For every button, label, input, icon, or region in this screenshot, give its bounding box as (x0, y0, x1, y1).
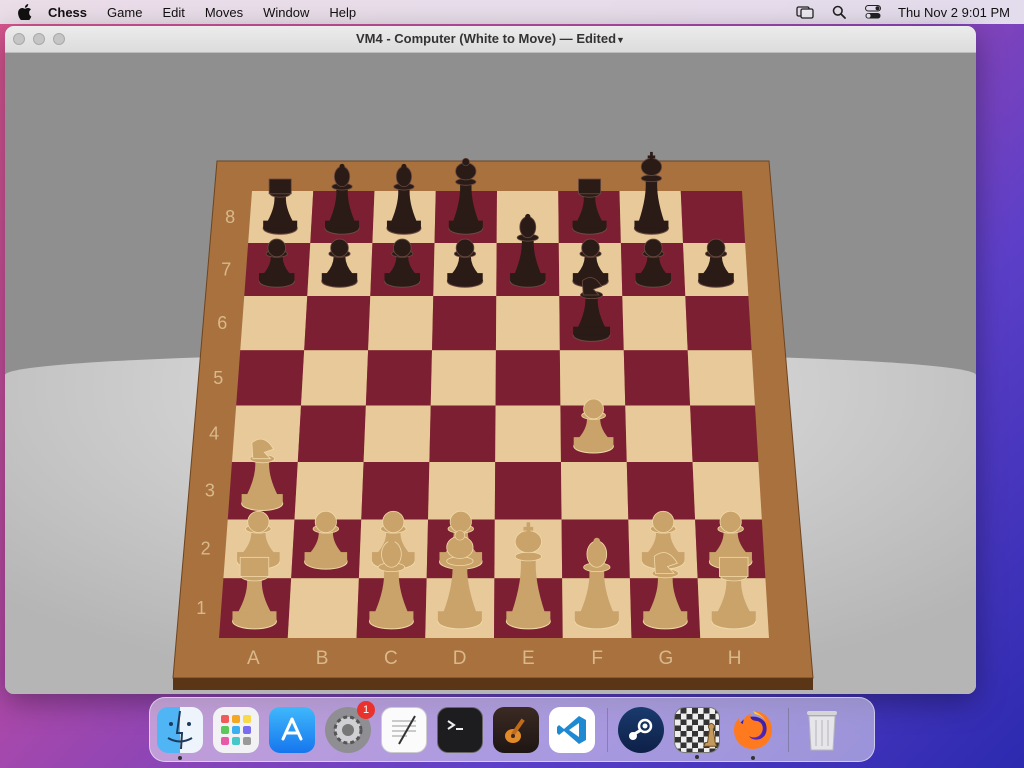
rank-label: 7 (221, 259, 231, 279)
window-title: VM4 - Computer (White to Move) — Edited▼ (5, 31, 976, 46)
square-g6[interactable] (622, 296, 688, 351)
board-squares (219, 191, 769, 638)
menu-moves[interactable]: Moves (205, 5, 243, 20)
window-titlebar[interactable]: VM4 - Computer (White to Move) — Edited▼ (5, 26, 976, 53)
rank-label: 8 (225, 207, 235, 227)
square-g5[interactable] (623, 350, 691, 406)
square-c5[interactable] (365, 350, 433, 406)
square-h4[interactable] (690, 405, 759, 462)
square-h8[interactable] (680, 191, 746, 243)
square-h5[interactable] (687, 350, 755, 406)
square-f5[interactable] (559, 350, 626, 406)
vscode-icon[interactable] (549, 706, 595, 753)
square-h3[interactable] (692, 461, 762, 520)
apple-menu-icon[interactable] (18, 4, 32, 20)
control-center-icon[interactable] (864, 4, 882, 20)
running-indicator (178, 755, 182, 760)
file-label: B (316, 648, 329, 669)
running-indicator (695, 754, 699, 759)
edited-status[interactable]: Edited (576, 31, 616, 46)
square-d6[interactable] (432, 296, 497, 351)
square-b4[interactable] (297, 405, 366, 462)
steam-icon[interactable] (618, 706, 664, 753)
terminal-icon[interactable] (437, 706, 483, 753)
square-c4[interactable] (363, 405, 431, 462)
window-title-text: VM4 - Computer (White to Move) — (356, 31, 573, 46)
chess-board[interactable]: A B C D E F G H 8 7 6 5 4 3 2 1 (5, 53, 976, 694)
rank-label: 5 (213, 368, 223, 388)
square-e4[interactable] (495, 405, 561, 462)
square-b6[interactable] (304, 296, 371, 351)
chevron-down-icon[interactable]: ▼ (616, 35, 625, 45)
file-label: A (247, 648, 260, 669)
square-e5[interactable] (495, 350, 561, 406)
spotlight-search-icon[interactable] (830, 4, 848, 20)
notification-badge: 1 (357, 700, 375, 719)
square-b3[interactable] (294, 461, 364, 520)
menu-game[interactable]: Game (107, 5, 142, 20)
menubar-clock[interactable]: Thu Nov 2 9:01 PM (898, 5, 1010, 20)
square-e3[interactable] (494, 461, 562, 520)
trash-icon[interactable] (799, 707, 845, 753)
file-label: C (384, 648, 398, 669)
square-c6[interactable] (368, 296, 434, 351)
square-g3[interactable] (626, 461, 696, 520)
square-a6[interactable] (240, 296, 308, 351)
chess-app-icon[interactable] (674, 706, 720, 759)
menu-bar: Chess Game Edit Moves Window Help Thu No… (0, 0, 1024, 24)
square-b1[interactable] (287, 578, 359, 638)
square-a5[interactable] (236, 350, 305, 406)
square-b5[interactable] (301, 350, 369, 406)
menu-edit[interactable]: Edit (162, 5, 184, 20)
chess-window: VM4 - Computer (White to Move) — Edited▼… (5, 26, 976, 694)
rank-label: 1 (196, 598, 206, 618)
system-preferences-icon[interactable]: 1 (325, 700, 375, 753)
dock-separator (607, 707, 608, 752)
finder-icon[interactable] (157, 706, 203, 760)
rank-label: 6 (217, 313, 227, 333)
menu-help[interactable]: Help (329, 5, 356, 20)
menu-window[interactable]: Window (263, 5, 309, 20)
file-label: H (728, 648, 742, 669)
rank-label: 4 (209, 424, 219, 444)
square-g4[interactable] (625, 405, 693, 462)
app-store-icon[interactable] (269, 706, 315, 753)
textedit-icon[interactable] (381, 706, 427, 753)
dock: 1 (149, 697, 875, 762)
square-d5[interactable] (430, 350, 496, 406)
square-h6[interactable] (685, 296, 752, 351)
rank-label: 3 (205, 481, 215, 501)
square-c3[interactable] (361, 461, 430, 520)
firefox-icon[interactable] (730, 706, 776, 760)
screen-mirroring-icon[interactable] (796, 4, 814, 20)
file-label: E (522, 648, 535, 669)
square-f3[interactable] (560, 461, 629, 520)
launchpad-icon[interactable] (213, 706, 259, 753)
file-label: F (591, 648, 603, 669)
game-view[interactable]: A B C D E F G H 8 7 6 5 4 3 2 1 (5, 53, 976, 694)
square-e6[interactable] (495, 296, 560, 351)
square-a4[interactable] (231, 405, 302, 462)
rank-label: 2 (201, 539, 211, 559)
file-label: D (453, 648, 467, 669)
dock-separator (788, 707, 789, 752)
running-indicator (751, 755, 755, 760)
square-d4[interactable] (429, 405, 496, 462)
file-label: G (658, 648, 673, 669)
garageband-icon[interactable] (493, 706, 539, 753)
menu-chess[interactable]: Chess (48, 5, 87, 20)
